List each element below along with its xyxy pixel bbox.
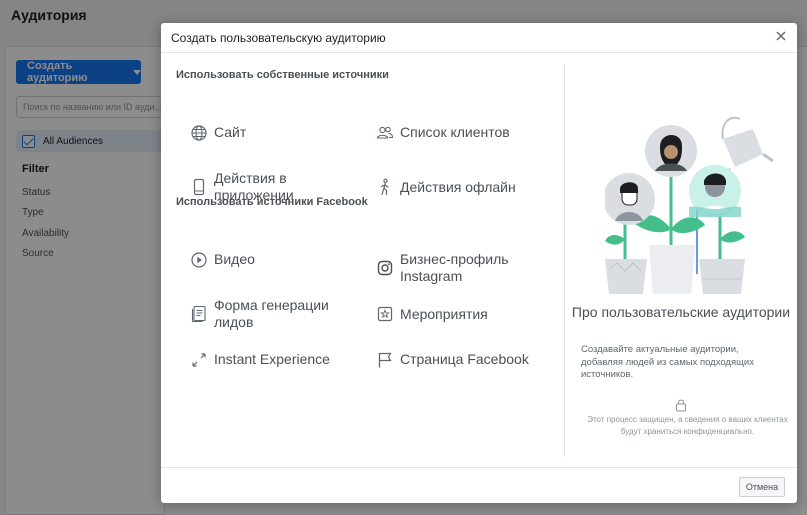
option-customer-list-label: Список клиентов: [400, 124, 510, 140]
option-facebook-page-label: Страница Facebook: [400, 351, 529, 367]
option-video-label: Видео: [214, 251, 255, 267]
option-website-label: Сайт: [214, 124, 247, 140]
option-offline-activity[interactable]: Действия офлайн: [376, 170, 516, 196]
option-offline-activity-label: Действия офлайн: [400, 179, 516, 195]
option-facebook-page[interactable]: Страница Facebook: [376, 351, 529, 369]
lock-icon: [676, 399, 686, 412]
modal-footer: Отмена: [161, 467, 797, 503]
watering-can-icon: [721, 116, 774, 167]
option-lead-form[interactable]: Форма генерации лидов: [190, 297, 334, 331]
section-facebook-sources: Использовать источники Facebook: [176, 196, 368, 208]
modal-body: Использовать собственные источники Сайт …: [161, 54, 797, 467]
play-icon: [191, 252, 207, 268]
cancel-button[interactable]: Отмена: [739, 477, 785, 497]
option-instant-experience[interactable]: Instant Experience: [190, 351, 330, 369]
option-customer-list[interactable]: Список клиентов: [376, 124, 510, 142]
create-custom-audience-dialog: Создать пользовательскую аудиторию Испол…: [161, 23, 797, 503]
about-panel: Про пользовательские аудитории Создавайт…: [565, 54, 797, 467]
modal-title: Создать пользовательскую аудиторию: [171, 30, 386, 45]
person-walking-icon: [380, 178, 389, 196]
option-events-label: Мероприятия: [400, 306, 488, 322]
custom-audience-illustration: [605, 116, 774, 294]
option-lead-form-label: Форма генерации лидов: [214, 297, 329, 330]
option-website[interactable]: Сайт: [190, 124, 246, 142]
flag-icon: [378, 352, 392, 368]
about-description: Создавайте актуальные аудитории, добавля…: [581, 344, 754, 380]
option-video[interactable]: Видео: [190, 251, 255, 269]
security-note: Этот процесс защищен, а сведения о ваших…: [587, 415, 788, 436]
expand-icon: [192, 353, 206, 367]
form-icon: [191, 305, 206, 323]
section-own-sources: Использовать собственные источники: [176, 69, 389, 81]
option-events[interactable]: Мероприятия: [376, 297, 488, 323]
close-icon[interactable]: [775, 30, 787, 42]
mobile-icon: [193, 178, 205, 196]
globe-icon: [191, 125, 207, 141]
event-icon: [377, 306, 393, 322]
about-title: Про пользовательские аудитории: [571, 304, 791, 320]
sources-column: Использовать собственные источники Сайт …: [161, 54, 564, 467]
people-icon: [376, 126, 394, 139]
option-instagram[interactable]: Бизнес-профиль Instagram: [376, 251, 520, 285]
option-instant-experience-label: Instant Experience: [214, 351, 330, 367]
instagram-icon: [377, 260, 393, 276]
option-instagram-label: Бизнес-профиль Instagram: [400, 251, 509, 284]
modal-header: Создать пользовательскую аудиторию: [161, 23, 797, 53]
